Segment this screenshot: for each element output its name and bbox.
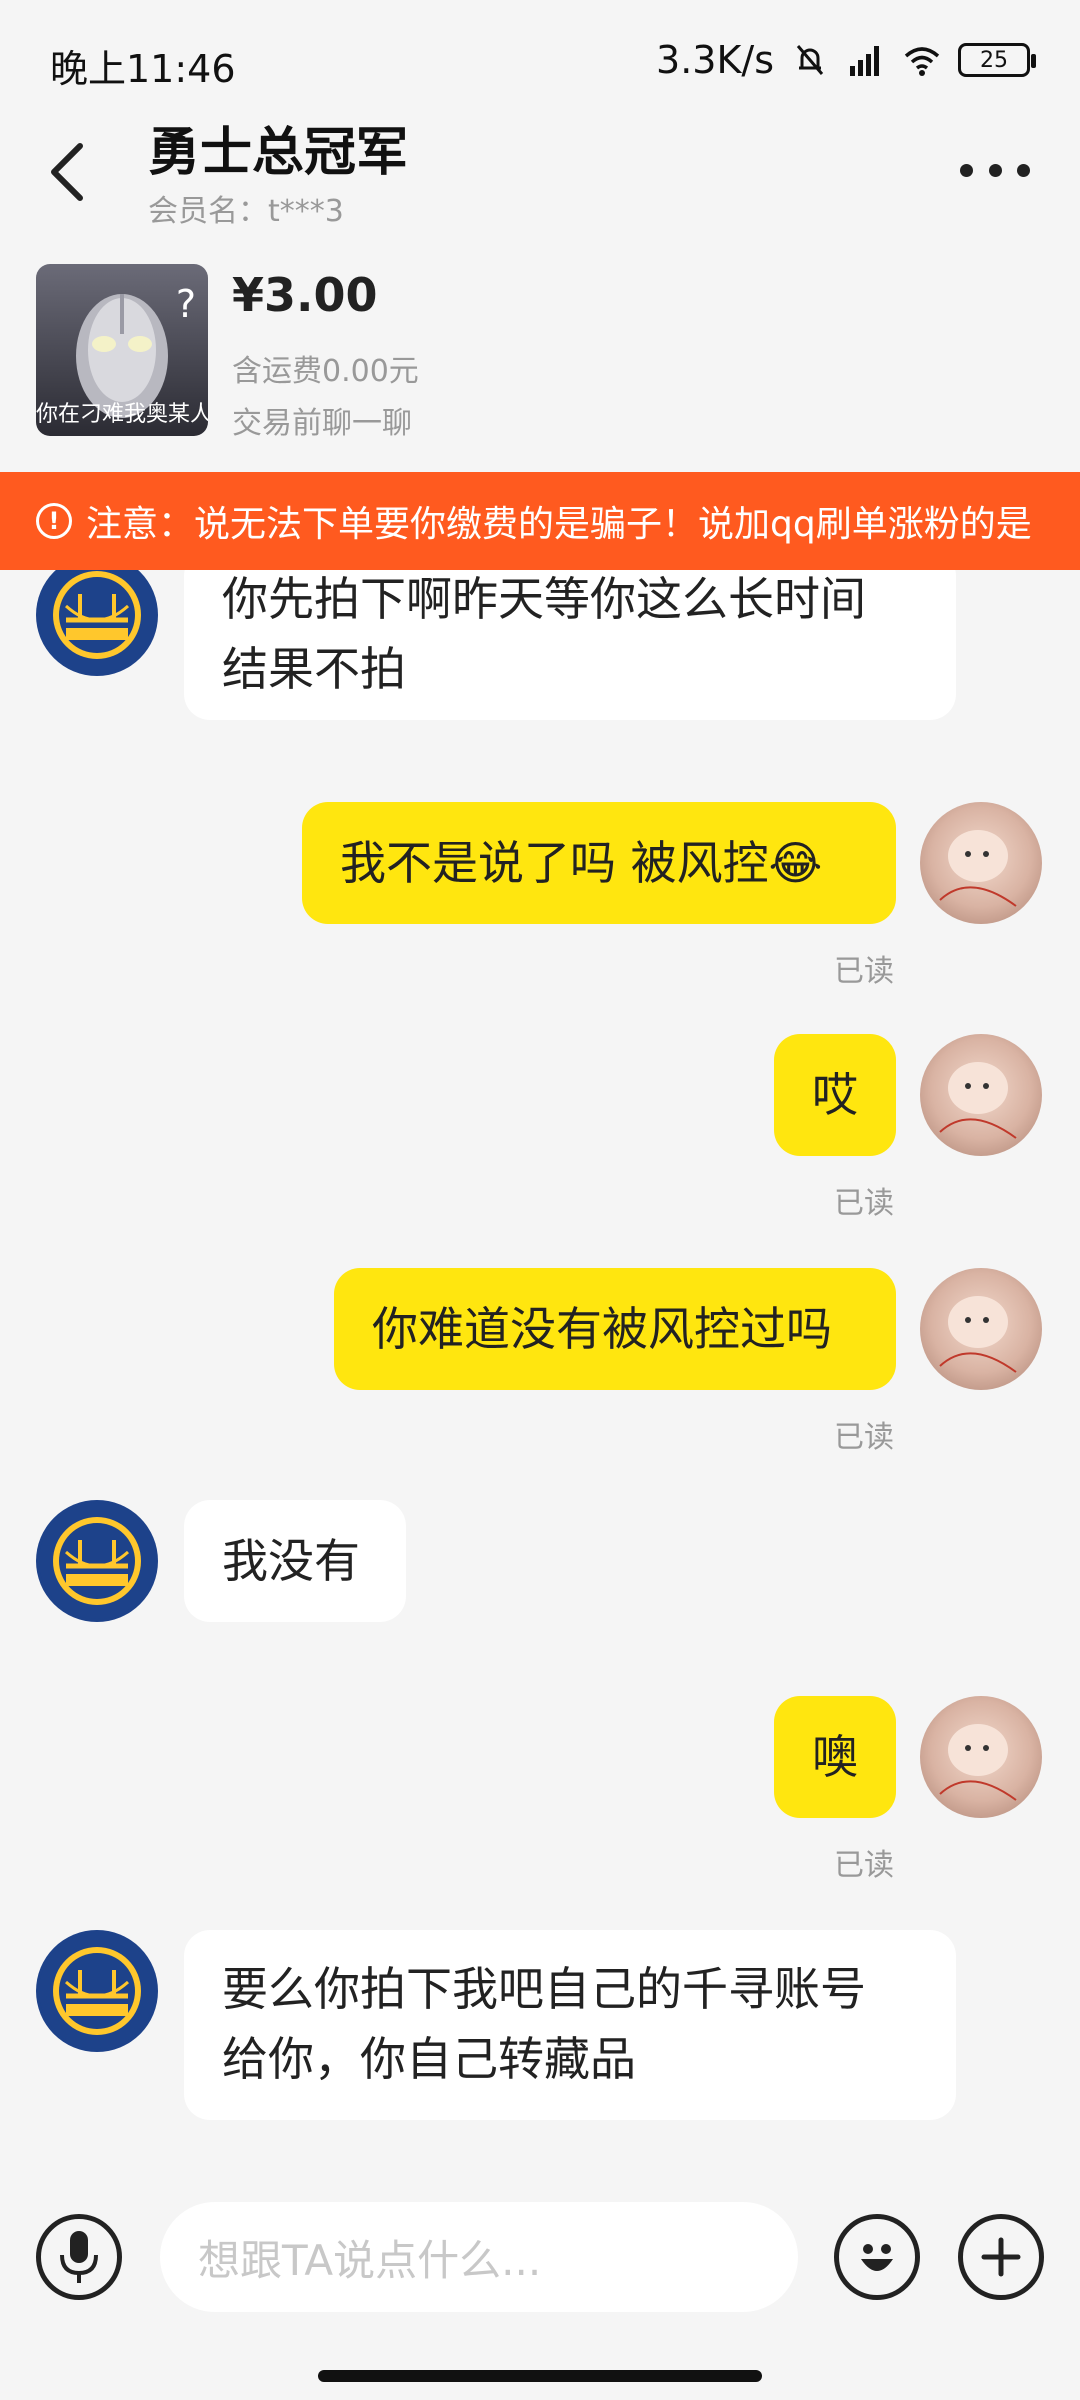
user-avatar[interactable] bbox=[920, 802, 1042, 924]
message-line: 结果不拍 bbox=[222, 642, 406, 696]
warning-icon: ! bbox=[36, 503, 72, 539]
microphone-glyph bbox=[60, 2231, 98, 2283]
back-arrow-icon[interactable] bbox=[40, 132, 100, 212]
message-line: 你先拍下啊昨天等你这么长时间 bbox=[222, 572, 866, 626]
product-price: ¥3.00 bbox=[232, 268, 378, 322]
cat-avatar-image bbox=[939, 1062, 1017, 1139]
message-bubble-received[interactable]: 我没有 bbox=[184, 1500, 406, 1622]
message-text: 你难道没有被风控过吗 bbox=[372, 1302, 832, 1356]
contact-avatar[interactable] bbox=[36, 1500, 158, 1622]
message-text: 噢 bbox=[812, 1730, 858, 1784]
message-line: 给你，你自己转藏品 bbox=[222, 2032, 636, 2086]
user-avatar[interactable] bbox=[920, 1034, 1042, 1156]
message-bubble-received[interactable]: 你先拍下啊昨天等你这么长时间 结果不拍 bbox=[184, 550, 956, 720]
chat-header: 勇士总冠军 会员名：t***3 bbox=[0, 110, 1080, 240]
emoji-icon[interactable] bbox=[834, 2214, 920, 2300]
read-status: 已读 bbox=[834, 1420, 894, 1455]
contact-name: 勇士总冠军 bbox=[148, 123, 409, 183]
battery-icon: 25 bbox=[958, 43, 1036, 77]
contact-avatar[interactable] bbox=[36, 1930, 158, 2052]
chat-before-trade: 交易前聊一聊 bbox=[232, 406, 412, 441]
warriors-logo-icon bbox=[39, 1503, 155, 1619]
status-bar: 晚上11:46 3.3K/s 25 bbox=[0, 0, 1080, 120]
message-bubble-sent[interactable]: 我不是说了吗 被风控😂 bbox=[302, 802, 896, 924]
network-speed: 3.3K/s bbox=[656, 38, 774, 82]
cat-avatar-image bbox=[939, 1724, 1017, 1801]
thumbnail-caption: 你在刁难我奥某人 bbox=[36, 402, 208, 427]
message-bubble-sent[interactable]: 你难道没有被风控过吗 bbox=[334, 1268, 896, 1390]
message-line: 要么你拍下我吧自己的千寻账号 bbox=[222, 1962, 866, 2016]
plus-icon[interactable] bbox=[958, 2214, 1044, 2300]
top-section: 晚上11:46 3.3K/s 25 勇士总冠军 会员名：t***3 ? 你在刁难… bbox=[0, 0, 1080, 472]
input-bar: 想跟TA说点什么... bbox=[0, 2180, 1080, 2330]
warriors-logo-icon bbox=[39, 1933, 155, 2049]
contact-avatar[interactable] bbox=[36, 554, 158, 676]
mute-bell-icon bbox=[796, 45, 824, 75]
emoji-face-glyph bbox=[861, 2244, 893, 2271]
message-bubble-sent[interactable]: 哎 bbox=[774, 1034, 896, 1156]
shipping-fee: 含运费0.00元 bbox=[232, 354, 419, 389]
product-card[interactable]: ? 你在刁难我奥某人 ¥3.00 含运费0.00元 交易前聊一聊 bbox=[36, 264, 1036, 444]
read-status: 已读 bbox=[834, 954, 894, 989]
message-input[interactable]: 想跟TA说点什么... bbox=[160, 2202, 798, 2312]
more-icon[interactable] bbox=[960, 150, 1030, 190]
product-thumbnail[interactable]: ? 你在刁难我奥某人 bbox=[36, 264, 208, 436]
read-status: 已读 bbox=[834, 1848, 894, 1883]
message-bubble-received[interactable]: 要么你拍下我吧自己的千寻账号 给你，你自己转藏品 bbox=[184, 1930, 956, 2120]
thumbnail-question-mark: ? bbox=[175, 282, 196, 326]
warning-text: 注意：说无法下单要你缴费的是骗子！说加qq刷单涨粉的是 bbox=[86, 504, 1032, 545]
message-bubble-sent[interactable]: 噢 bbox=[774, 1696, 896, 1818]
warriors-logo-icon bbox=[39, 557, 155, 673]
home-indicator[interactable] bbox=[318, 2370, 762, 2382]
battery-level: 25 bbox=[980, 47, 1008, 73]
plus-glyph bbox=[981, 2237, 1021, 2277]
user-avatar[interactable] bbox=[920, 1268, 1042, 1390]
wifi-icon bbox=[904, 47, 940, 76]
message-text: 我没有 bbox=[222, 1534, 360, 1588]
cat-avatar-image bbox=[939, 830, 1017, 907]
message-text: 哎 bbox=[812, 1068, 858, 1122]
message-list[interactable]: 你先拍下啊昨天等你这么长时间 结果不拍 我不是说了吗 被风控😂 已读 哎 已读 … bbox=[0, 550, 1080, 2160]
read-status: 已读 bbox=[834, 1186, 894, 1221]
message-text: 我不是说了吗 被风控😂 bbox=[340, 836, 823, 890]
status-right: 3.3K/s 25 bbox=[656, 36, 1036, 84]
status-time: 晚上11:46 bbox=[50, 47, 236, 91]
microphone-icon[interactable] bbox=[36, 2214, 122, 2300]
signal-icon bbox=[850, 46, 879, 76]
fraud-warning-banner[interactable]: ! 注意：说无法下单要你缴费的是骗子！说加qq刷单涨粉的是 bbox=[0, 472, 1080, 570]
member-name: 会员名：t***3 bbox=[148, 194, 344, 229]
cat-avatar-image bbox=[939, 1296, 1017, 1373]
user-avatar[interactable] bbox=[920, 1696, 1042, 1818]
